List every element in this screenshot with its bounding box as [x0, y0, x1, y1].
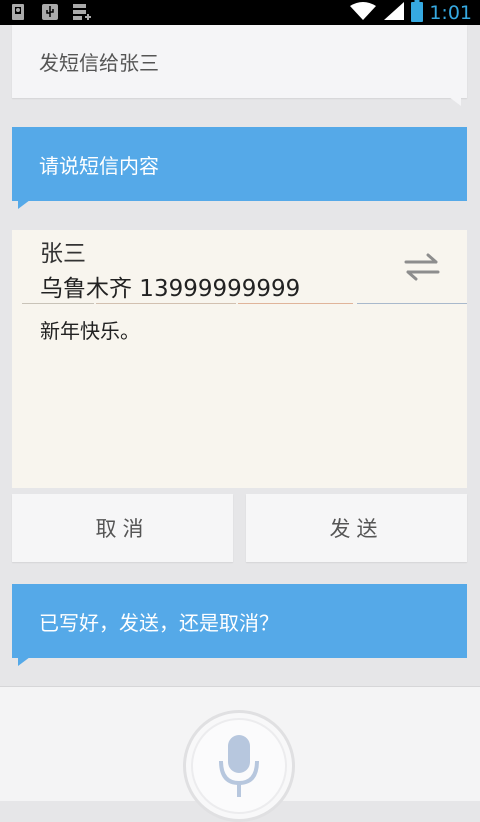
bubble-tail	[18, 200, 30, 209]
user-command-text: 发短信给张三	[39, 51, 159, 75]
message-body[interactable]: 新年快乐。	[40, 315, 140, 344]
swap-arrows-icon[interactable]	[404, 252, 440, 282]
cancel-button[interactable]: 取消	[12, 494, 233, 562]
bubble-tail	[449, 97, 461, 106]
clock: 1:01	[429, 1, 472, 24]
signal-icon	[383, 1, 405, 25]
send-button[interactable]: 发送	[246, 494, 467, 562]
storage-icon	[72, 3, 92, 21]
user-command-bubble: 发短信给张三	[12, 25, 467, 106]
assistant-prompt-bubble: 请说短信内容	[12, 127, 467, 209]
field-underline	[96, 303, 236, 304]
wifi-icon	[349, 1, 377, 25]
bubble-tail	[18, 657, 30, 666]
usb-icon	[40, 3, 60, 21]
field-underline	[238, 303, 353, 304]
recipient-name[interactable]: 张三	[40, 234, 86, 268]
field-underline	[22, 303, 94, 304]
debug-icon	[8, 3, 28, 21]
status-bar: 1:01	[0, 0, 480, 25]
voice-input-bar	[0, 686, 480, 822]
battery-icon	[411, 0, 424, 26]
microphone-icon[interactable]	[214, 731, 264, 801]
recipient-number[interactable]: 乌鲁木齐 13999999999	[40, 269, 300, 303]
assistant-confirm-bubble: 已写好，发送，还是取消？	[12, 584, 467, 666]
field-underline	[357, 303, 467, 304]
assistant-prompt-text: 请说短信内容	[39, 153, 159, 178]
sms-composer: 张三 乌鲁木齐 13999999999 新年快乐。	[12, 230, 467, 488]
assistant-confirm-text: 已写好，发送，还是取消？	[39, 610, 279, 635]
